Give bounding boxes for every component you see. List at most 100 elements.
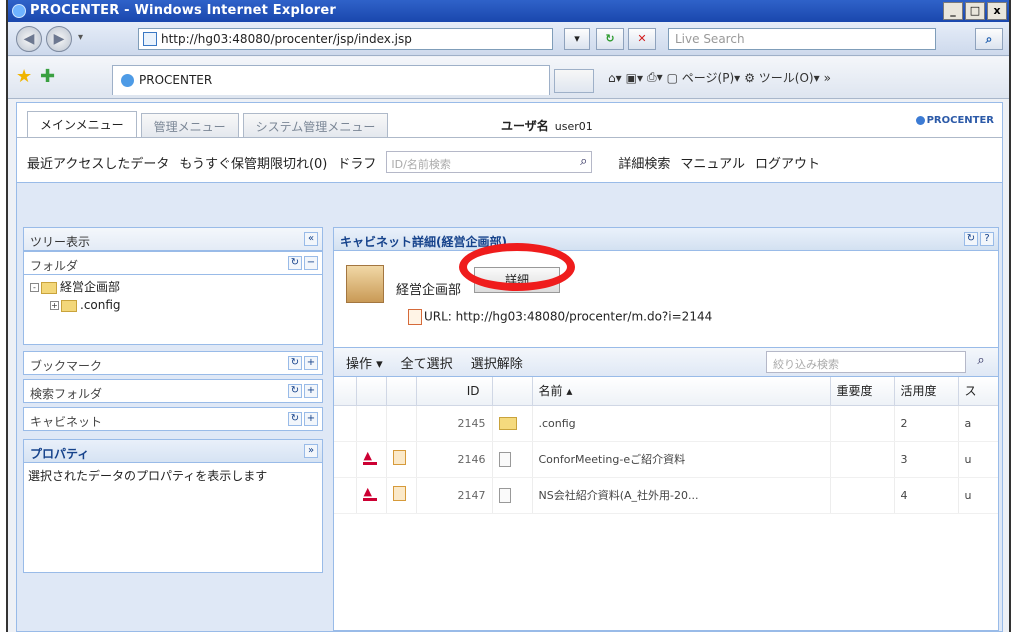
app-header: メインメニュー 管理メニュー システム管理メニュー ユーザ名 user01 PRO… [17, 103, 1002, 183]
home-icon[interactable]: ⌂▾ [608, 71, 622, 85]
column-header-name[interactable]: 名前 ▴ [532, 377, 831, 406]
operation-menu[interactable]: 操作 ▾ [346, 353, 383, 372]
tree-item[interactable]: + .config [24, 295, 322, 315]
new-tab-button[interactable] [554, 69, 594, 93]
filter-search-input[interactable]: 絞り込み検索 [766, 351, 966, 373]
search-icon[interactable]: ⌕ [970, 351, 992, 373]
tab-admin-menu[interactable]: 管理メニュー [140, 113, 239, 137]
folder-icon [498, 416, 517, 430]
document-icon [498, 487, 511, 503]
command-bar: ⌂▾ ▣▾ ⎙▾ ▢ ページ(P)▾ ⚙ ツール(O)▾ » [608, 69, 831, 86]
favorites-star-icon[interactable]: ★ [16, 66, 32, 87]
refresh-icon[interactable]: ↻ [288, 384, 302, 398]
search-folder-section-header[interactable]: 検索フォルダ ↻ + [23, 379, 323, 403]
url-dropdown-icon[interactable]: ▾ [564, 28, 590, 50]
row-name[interactable]: NS会社紹介資料(A_社外用-20... [532, 477, 831, 514]
browser-window: PROCENTER - Windows Internet Explorer _ … [6, 0, 1011, 632]
expand-icon[interactable]: + [304, 384, 318, 398]
tab-system-admin-menu[interactable]: システム管理メニュー [242, 113, 389, 137]
checkout-icon[interactable] [362, 449, 377, 465]
refresh-icon[interactable]: ↻ [288, 256, 302, 270]
folder-section-header[interactable]: フォルダ ↻ − [23, 251, 323, 275]
logout-link[interactable]: ログアウト [755, 153, 820, 172]
deselect-button[interactable]: 選択解除 [471, 353, 523, 372]
recent-data-link[interactable]: 最近アクセスしたデータ [27, 153, 169, 172]
highlight-annotation [459, 243, 575, 291]
link-icon [408, 309, 422, 325]
select-all-button[interactable]: 全て選択 [401, 353, 453, 372]
row-name[interactable]: ConforMeeting-eご紹介資料 [532, 441, 831, 478]
refresh-icon[interactable]: ↻ [288, 412, 302, 426]
bookmark-section-header[interactable]: ブックマーク ↻ + [23, 351, 323, 375]
tree-toggle-icon[interactable]: + [50, 301, 59, 310]
stop-icon[interactable]: ✕ [628, 28, 656, 50]
column-header-icon-b [386, 377, 417, 406]
tree-panel-header: ツリー表示 « [23, 227, 323, 251]
checkout-icon[interactable] [362, 485, 377, 501]
refresh-icon[interactable]: ↻ [964, 232, 978, 246]
cabinet-section-header[interactable]: キャビネット ↻ + [23, 407, 323, 431]
id-name-search-input[interactable]: ID/名前検索 ⌕ [386, 151, 593, 173]
help-icon[interactable]: ? [980, 232, 994, 246]
feeds-icon[interactable]: ▣▾ [626, 71, 643, 85]
live-search-input[interactable]: Live Search [668, 28, 936, 50]
folder-icon [61, 299, 77, 312]
property-hint: 選択されたデータのプロパティを表示します [28, 469, 268, 483]
close-button[interactable]: x [987, 2, 1007, 20]
expand-icon[interactable]: + [304, 356, 318, 370]
column-header-importance[interactable]: 重要度 [830, 377, 895, 406]
more-chevron-icon[interactable]: » [824, 71, 831, 85]
collapse-icon[interactable]: « [304, 232, 318, 246]
cabinet-info: 詳細 経営企画部 URL: http://hg03:48080/procente… [333, 251, 999, 347]
tab-title: PROCENTER [139, 73, 213, 87]
edit-icon[interactable] [392, 486, 406, 501]
page-menu[interactable]: ▢ ページ(P)▾ [667, 69, 741, 86]
expand-icon[interactable]: + [304, 412, 318, 426]
refresh-icon[interactable]: ↻ [288, 356, 302, 370]
print-icon[interactable]: ⎙▾ [647, 70, 663, 85]
url-input[interactable]: http://hg03:48080/procenter/jsp/index.js… [138, 28, 553, 50]
tab-main-menu[interactable]: メインメニュー [27, 111, 137, 137]
advanced-search-link[interactable]: 詳細検索 [618, 153, 670, 172]
maximize-button[interactable]: □ [965, 2, 985, 20]
quick-links: 最近アクセスしたデータ もうすぐ保管期限切れ(0) ドラフ ID/名前検索 ⌕ … [27, 149, 997, 175]
table-row[interactable]: 2147 NS会社紹介資料(A_社外用-20... 4 u [334, 477, 998, 514]
manual-link[interactable]: マニュアル [680, 153, 745, 172]
search-icon[interactable]: ⌕ [975, 28, 1003, 50]
search-icon[interactable]: ⌕ [580, 154, 587, 169]
row-importance [830, 441, 895, 478]
table-row[interactable]: 2145 .config 2 a [334, 405, 998, 442]
tree-toggle-icon[interactable]: - [30, 283, 39, 292]
browser-tab[interactable]: PROCENTER [112, 65, 550, 95]
edit-icon[interactable] [392, 450, 406, 465]
expiring-link[interactable]: もうすぐ保管期限切れ(0) [179, 153, 327, 172]
menu-tabs: メインメニュー 管理メニュー システム管理メニュー [27, 111, 389, 137]
forward-icon[interactable]: ▶ [46, 26, 72, 52]
tree-item[interactable]: - 経営企画部 [24, 275, 322, 295]
draft-link[interactable]: ドラフ [337, 153, 376, 172]
history-dropdown-icon[interactable]: ▾ [78, 32, 83, 43]
refresh-icon[interactable]: ↻ [596, 28, 624, 50]
column-header-id[interactable]: ID [416, 377, 493, 406]
row-importance [830, 477, 895, 514]
column-header-type [492, 377, 533, 406]
row-importance [830, 405, 895, 442]
add-favorites-icon[interactable]: ✚ [40, 66, 55, 87]
column-header-usage[interactable]: 活用度 [894, 377, 959, 406]
document-icon [498, 451, 511, 467]
table-row[interactable]: 2146 ConforMeeting-eご紹介資料 3 u [334, 441, 998, 478]
row-id: 2146 [416, 441, 493, 478]
url-text: http://hg03:48080/procenter/jsp/index.js… [161, 32, 412, 46]
row-usage: 3 [894, 441, 959, 478]
collapse-section-icon[interactable]: − [304, 256, 318, 270]
column-header-status[interactable]: ス [958, 377, 998, 406]
permalink[interactable]: URL: http://hg03:48080/procenter/m.do?i=… [408, 309, 712, 325]
tools-menu[interactable]: ⚙ ツール(O)▾ [744, 69, 819, 86]
page-icon [143, 32, 157, 46]
collapse-icon[interactable]: » [304, 444, 318, 458]
row-name[interactable]: .config [532, 405, 831, 442]
column-header-checkbox[interactable] [334, 377, 357, 406]
property-panel-body: 選択されたデータのプロパティを表示します [23, 463, 323, 573]
back-icon[interactable]: ◀ [16, 26, 42, 52]
minimize-button[interactable]: _ [943, 2, 963, 20]
